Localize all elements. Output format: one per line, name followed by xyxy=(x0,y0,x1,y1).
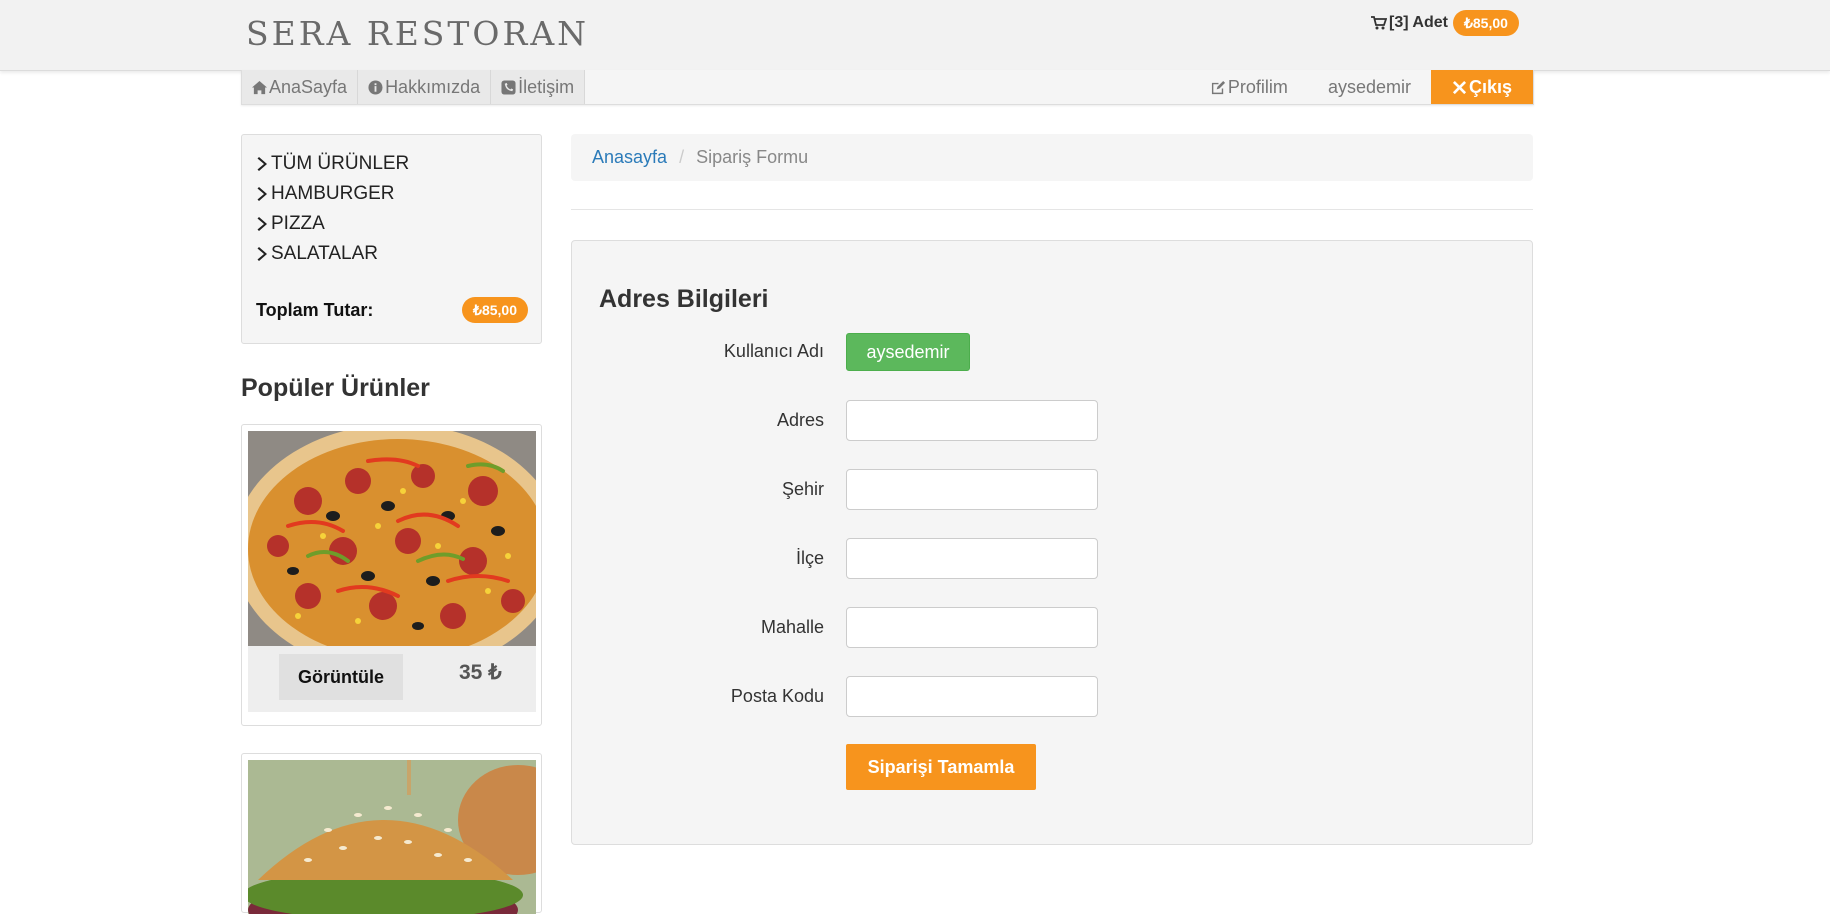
nav-profile-label: Profilim xyxy=(1227,76,1288,97)
main-navbar: AnaSayfa Hakkımızda İletişim Profilim ay… xyxy=(241,70,1534,105)
breadcrumb-separator: / xyxy=(679,147,685,167)
address-input[interactable] xyxy=(846,400,1098,441)
chevron-right-icon xyxy=(257,187,267,201)
logout-button[interactable]: Çıkış xyxy=(1430,70,1533,104)
category-pizza[interactable]: PIZZA xyxy=(257,212,325,236)
home-icon xyxy=(252,80,267,94)
category-all[interactable]: TÜM ÜRÜNLER xyxy=(257,152,409,176)
postal-code-input[interactable] xyxy=(846,676,1098,717)
total-badge: ₺85,00 xyxy=(462,297,528,323)
cart-total-badge: ₺85,00 xyxy=(1452,10,1519,36)
total-label: Toplam Tutar: xyxy=(256,299,374,320)
product-card: Görüntüle 35 ₺ xyxy=(241,424,542,726)
product-footer: Görüntüle 35 ₺ xyxy=(248,646,536,712)
nav-home[interactable]: AnaSayfa xyxy=(242,70,359,104)
logout-label: Çıkış xyxy=(1468,76,1512,97)
city-label: Şehir xyxy=(781,479,824,499)
pizza-image[interactable] xyxy=(248,431,536,646)
category-label: TÜM ÜRÜNLER xyxy=(271,153,410,174)
cart-icon xyxy=(1371,16,1387,30)
chevron-right-icon xyxy=(257,247,267,261)
view-product-button[interactable]: Görüntüle xyxy=(279,654,403,700)
city-input[interactable] xyxy=(846,469,1098,510)
nav-profile[interactable]: Profilim xyxy=(1191,70,1308,104)
nav-about-label: Hakkımızda xyxy=(385,76,481,97)
sidebar-total: Toplam Tutar: ₺85,00 xyxy=(256,295,528,325)
close-icon xyxy=(1452,80,1467,94)
info-icon xyxy=(368,79,383,95)
category-label: SALATALAR xyxy=(271,243,379,264)
address-label: Adres xyxy=(776,410,824,430)
top-header: SERA RESTORAN [3] Adet ₺85,00 xyxy=(0,0,1830,71)
product-card xyxy=(241,753,542,914)
category-hamburger[interactable]: HAMBURGER xyxy=(257,182,395,206)
category-salads[interactable]: SALATALAR xyxy=(257,242,378,266)
nav-username[interactable]: aysedemir xyxy=(1308,70,1431,104)
category-label: HAMBURGER xyxy=(271,183,395,204)
breadcrumb: Anasayfa / Sipariş Formu xyxy=(571,134,1533,181)
edit-icon xyxy=(1211,80,1225,94)
cart-count: [3] Adet xyxy=(1389,14,1448,31)
nav-username-label: aysedemir xyxy=(1327,76,1411,97)
cart-summary[interactable]: [3] Adet ₺85,00 xyxy=(1371,10,1519,36)
category-label: PIZZA xyxy=(271,213,325,234)
phone-icon xyxy=(501,79,516,95)
district-label: İlçe xyxy=(795,548,824,568)
username-label: Kullanıcı Adı xyxy=(723,341,824,361)
chevron-right-icon xyxy=(257,157,267,171)
popular-products-title: Popüler Ürünler xyxy=(241,374,430,402)
divider xyxy=(571,209,1533,210)
nav-home-label: AnaSayfa xyxy=(269,76,348,97)
complete-order-button[interactable]: Siparişi Tamamla xyxy=(846,744,1036,790)
district-input[interactable] xyxy=(846,538,1098,579)
form-title: Adres Bilgileri xyxy=(599,285,769,313)
postal-code-label: Posta Kodu xyxy=(730,686,824,706)
category-panel: TÜM ÜRÜNLER HAMBURGER PIZZA SALATALAR To… xyxy=(241,134,542,344)
order-form-panel: Adres Bilgileri Kullanıcı Adı aysedemir … xyxy=(571,240,1533,845)
chevron-right-icon xyxy=(257,217,267,231)
nav-contact[interactable]: İletişim xyxy=(491,70,586,104)
username-button[interactable]: aysedemir xyxy=(846,333,970,371)
breadcrumb-home[interactable]: Anasayfa xyxy=(592,147,667,168)
neighborhood-input[interactable] xyxy=(846,607,1098,648)
product-price: 35 ₺ xyxy=(459,661,502,684)
hamburger-image[interactable] xyxy=(248,760,536,914)
nav-contact-label: İletişim xyxy=(518,76,575,97)
site-logo[interactable]: SERA RESTORAN xyxy=(246,14,589,53)
breadcrumb-current: Sipariş Formu xyxy=(696,147,809,167)
nav-about[interactable]: Hakkımızda xyxy=(358,70,492,104)
neighborhood-label: Mahalle xyxy=(760,617,824,637)
